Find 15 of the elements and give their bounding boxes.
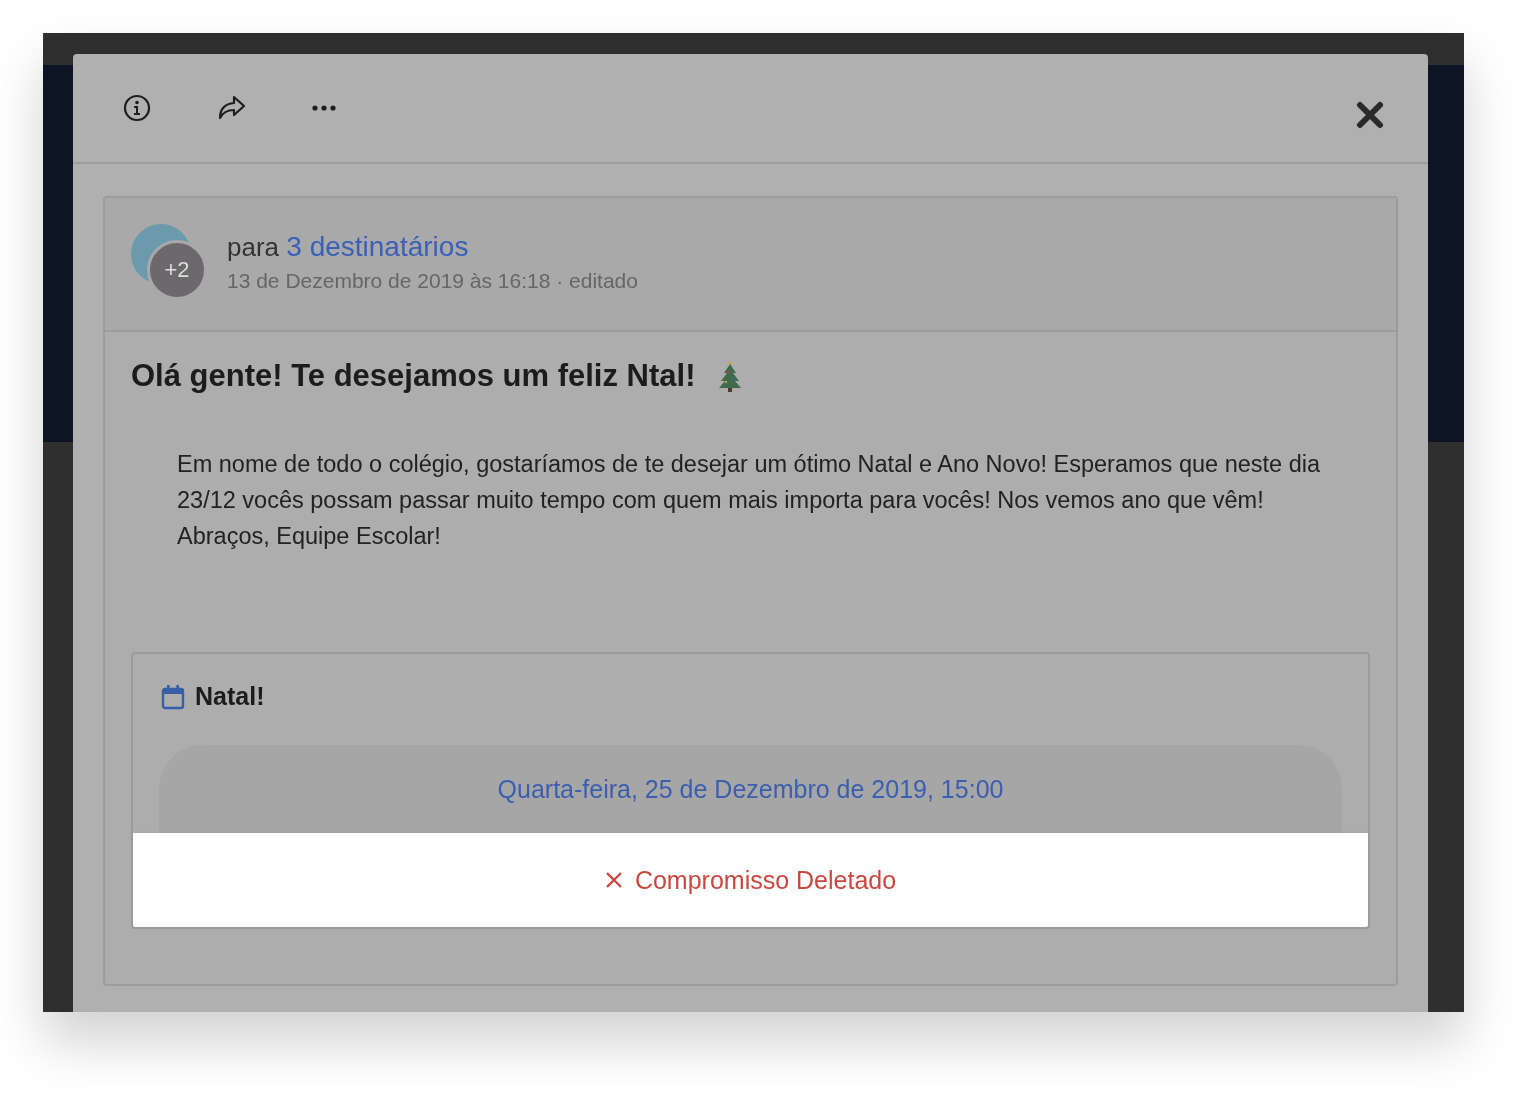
- recipients-label: para: [227, 232, 280, 262]
- more-icon[interactable]: [311, 104, 337, 112]
- info-icon[interactable]: [123, 94, 151, 122]
- avatar-count-badge: +2: [147, 240, 207, 300]
- deleted-status: Compromisso Deletado: [634, 865, 897, 895]
- christmas-tree-icon: [717, 360, 744, 392]
- post-title: Olá gente! Te desejamos um feliz Ntal!: [131, 358, 696, 394]
- event-datetime-pill: Quarta-feira, 25 de Dezembro de 2019, 15:00: [159, 745, 1342, 833]
- calendar-icon: [161, 683, 185, 710]
- close-icon[interactable]: [1356, 101, 1384, 129]
- post-body: Em nome de todo o colégio, gostaríamos de te desejar um ótimo Natal e Ano Novo! Esperamos que neste dia 23/12 vocês possam passar muito tempo com quem mais importa para vocês! Nos vemos ano que vêm! Abraços, Equipe Escolar!: [177, 450, 1321, 551]
- event-title: Natal!: [195, 682, 265, 711]
- recipients-link[interactable]: 3 destinatários: [286, 231, 469, 262]
- post-date: 13 de Dezembro de 2019 às 16:18 · editado: [227, 269, 638, 293]
- cross-icon: [604, 871, 623, 889]
